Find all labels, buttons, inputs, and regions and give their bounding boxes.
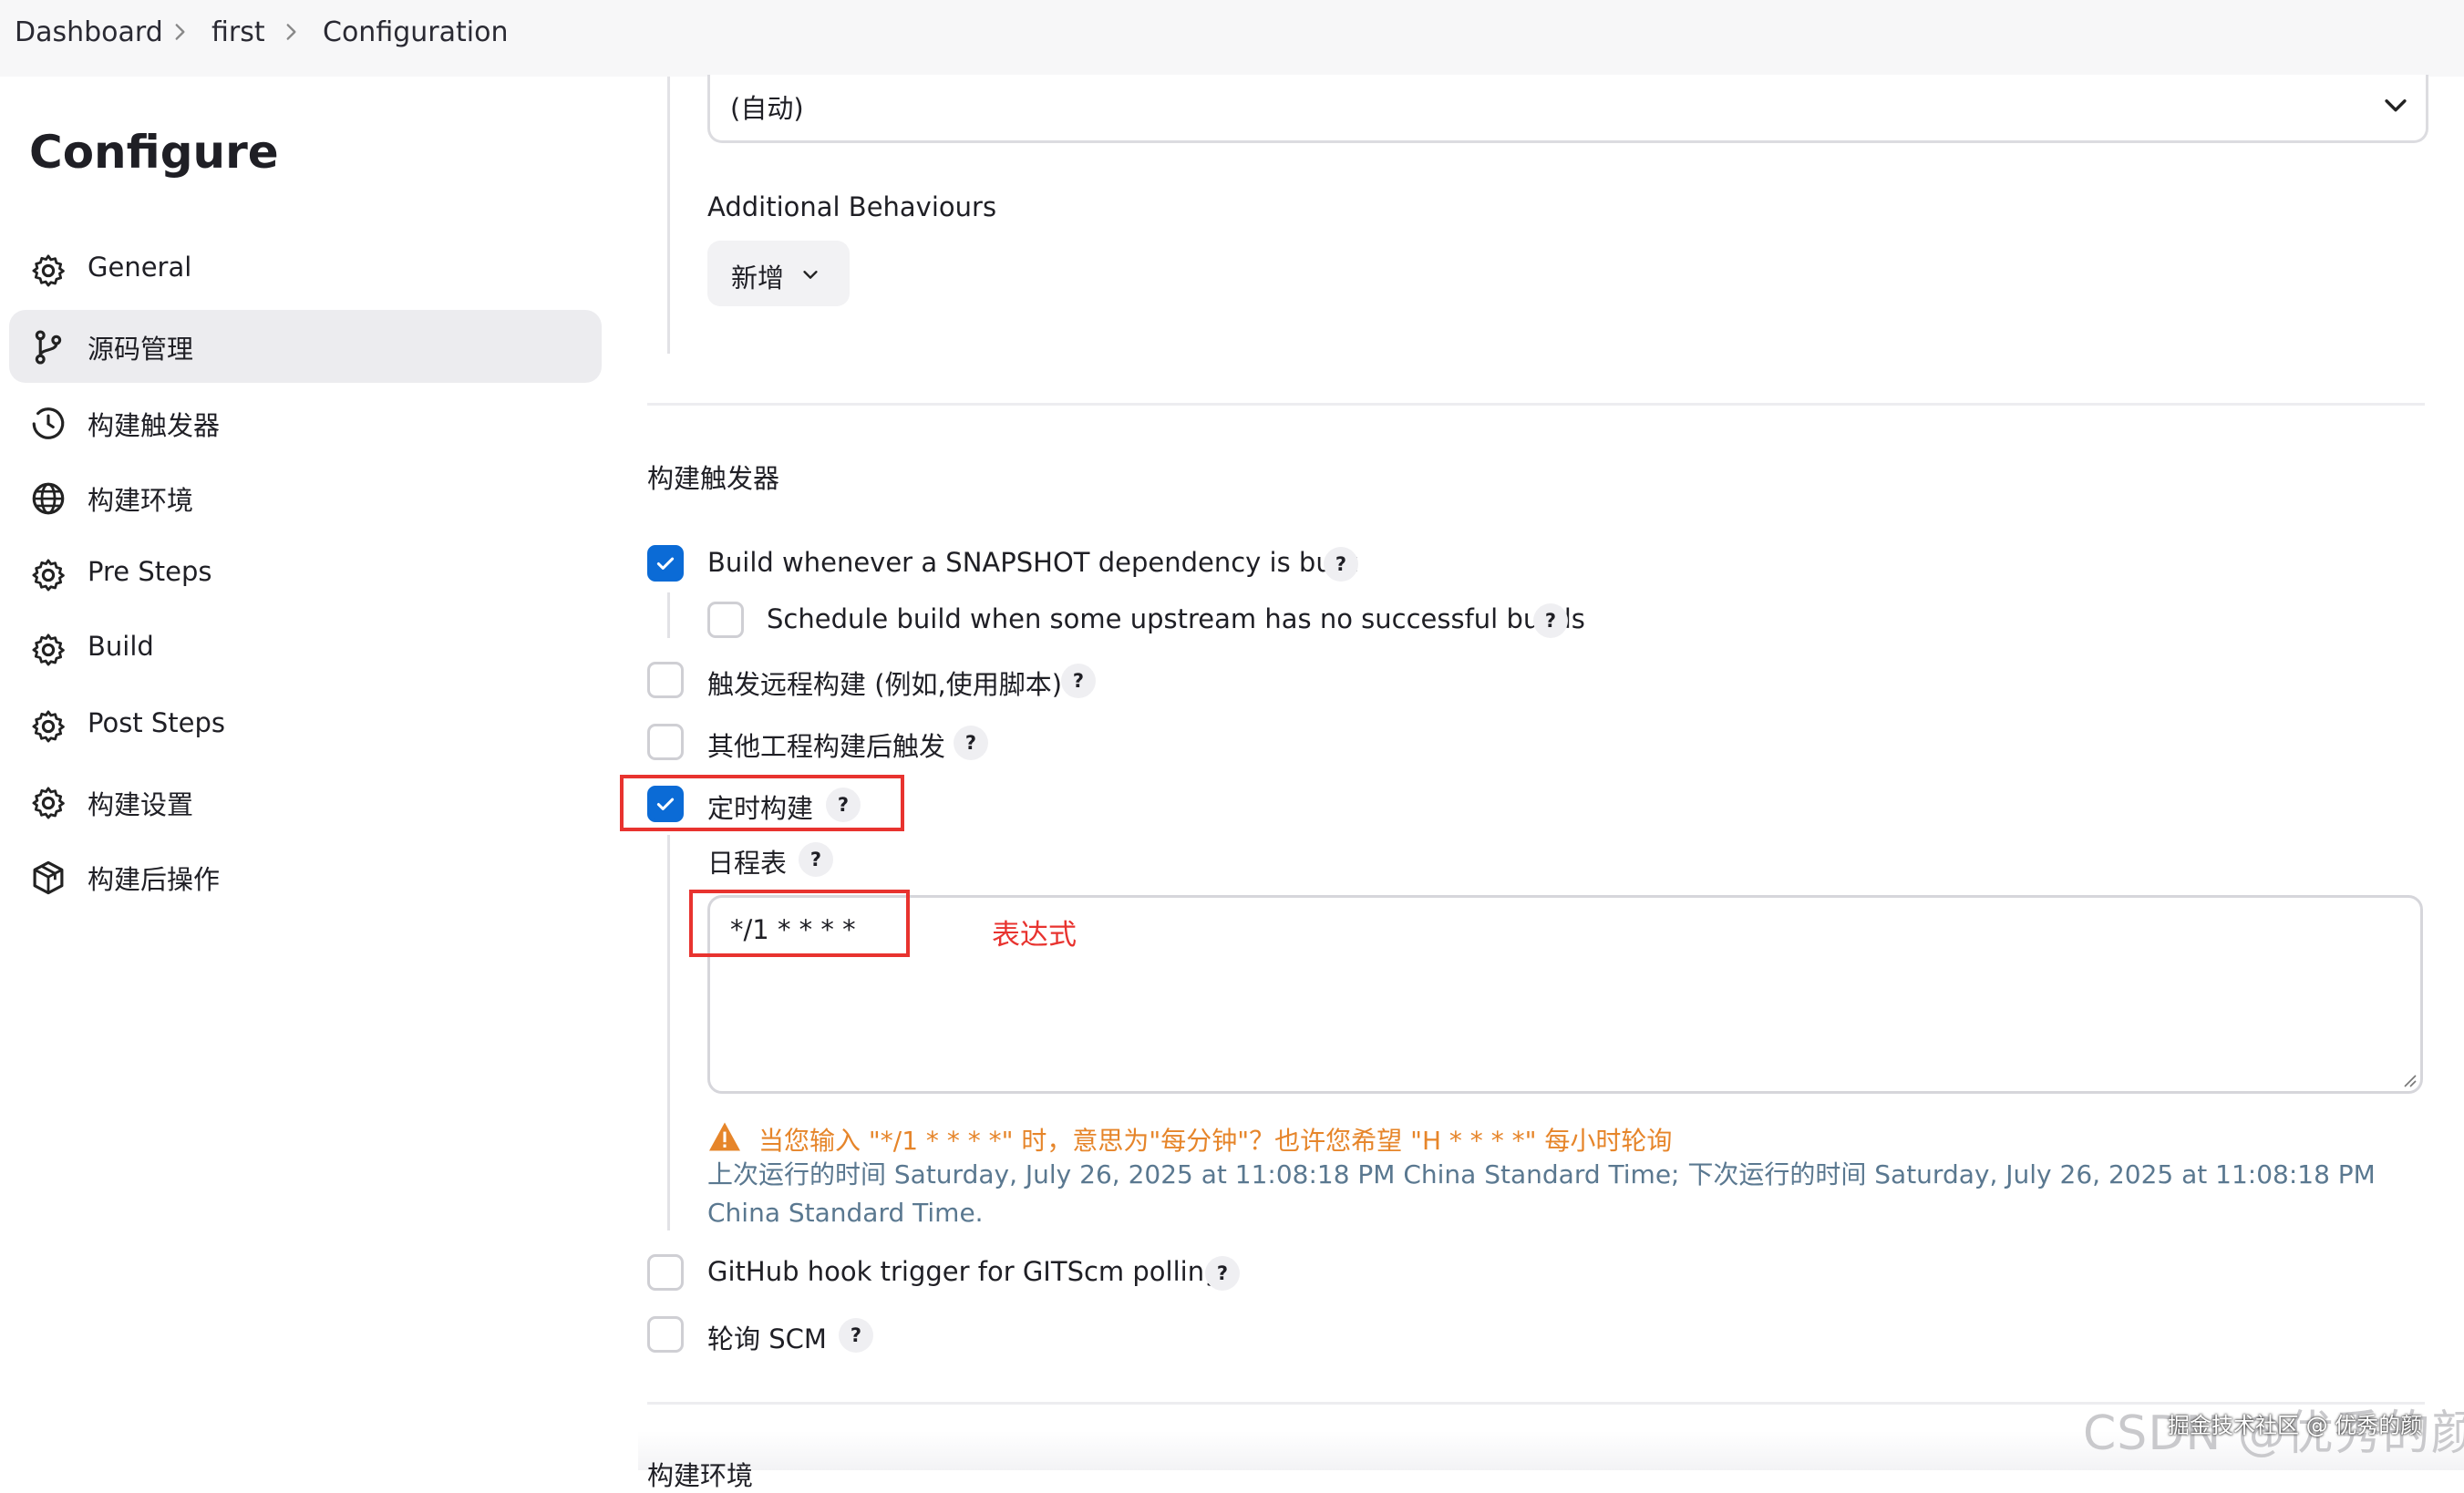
sidebar-item-label: 构建后操作	[88, 864, 221, 895]
gear-icon	[32, 559, 65, 592]
poll-scm-checkbox[interactable]	[647, 1316, 684, 1353]
help-icon[interactable]: ?	[1061, 664, 1096, 698]
github-hook-checkbox[interactable]	[647, 1254, 684, 1291]
periodic-build-label: 定时构建	[707, 793, 814, 824]
chevron-right-icon	[175, 24, 185, 40]
environment-section-title: 构建环境	[647, 1460, 754, 1491]
breadcrumb-bar: Dashboard first Configuration	[0, 0, 2464, 77]
help-icon[interactable]: ?	[1533, 603, 1568, 638]
chevron-down-icon	[2385, 99, 2407, 112]
breadcrumb-configuration[interactable]: Configuration	[323, 16, 508, 48]
select-value: (自动)	[730, 93, 804, 124]
sidebar-item-post-steps[interactable]: Post Steps	[9, 689, 602, 762]
sidebar-item-environment[interactable]: 构建环境	[9, 461, 602, 534]
help-icon[interactable]: ?	[1205, 1256, 1240, 1291]
github-hook-label: GitHub hook trigger for GITScm polling	[707, 1256, 1222, 1287]
clock-icon	[32, 407, 65, 439]
snapshot-label: Build whenever a SNAPSHOT dependency is …	[707, 547, 1358, 578]
help-icon[interactable]: ?	[826, 788, 861, 822]
gear-icon	[32, 254, 65, 287]
snapshot-checkbox[interactable]	[647, 545, 684, 582]
gear-icon	[32, 787, 65, 819]
section-indent-line	[667, 77, 670, 354]
sidebar-item-label: Pre Steps	[88, 556, 212, 587]
after-other-checkbox[interactable]	[647, 724, 684, 760]
nested-indent-line	[667, 592, 670, 638]
highlight-box	[689, 890, 910, 957]
sidebar-item-label: 构建环境	[88, 485, 194, 516]
watermark-overlay: 掘金技术社区 @ 优秀的颜	[2168, 1413, 2423, 1438]
help-icon[interactable]: ?	[1324, 547, 1358, 582]
globe-icon	[32, 482, 65, 515]
schedule-run-info: 上次运行的时间 Saturday, July 26, 2025 at 11:08…	[707, 1159, 2376, 1228]
sidebar-item-label: 构建触发器	[88, 410, 221, 441]
chevron-right-icon	[286, 24, 296, 40]
sidebar-item-label: Build	[88, 631, 154, 662]
sidebar-item-build-settings[interactable]: 构建设置	[9, 766, 602, 839]
remote-trigger-label: 触发远程构建 (例如,使用脚本)	[707, 669, 1063, 700]
remote-trigger-checkbox[interactable]	[647, 662, 684, 698]
section-divider	[647, 403, 2425, 406]
sidebar-item-label: Post Steps	[88, 707, 226, 738]
add-button-label: 新增	[731, 263, 785, 293]
upstream-label: Schedule build when some upstream has no…	[767, 603, 1585, 634]
sidebar-item-build[interactable]: Build	[9, 613, 602, 685]
page-title: Configure	[29, 126, 279, 179]
branch-icon	[35, 330, 62, 365]
check-icon	[656, 557, 675, 570]
sidebar-item-pre-steps[interactable]: Pre Steps	[9, 538, 602, 611]
sidebar-item-label: 构建设置	[88, 789, 194, 820]
breadcrumb-first[interactable]: first	[211, 16, 265, 48]
additional-behaviours-label: Additional Behaviours	[707, 191, 997, 222]
schedule-label: 日程表	[707, 848, 788, 879]
sidebar-item-general[interactable]: General	[9, 233, 602, 306]
check-icon	[656, 798, 675, 810]
gear-icon	[32, 710, 65, 743]
warning-icon	[709, 1122, 740, 1151]
sidebar-item-label: 源码管理	[88, 334, 194, 365]
periodic-build-checkbox[interactable]	[647, 786, 684, 822]
sidebar-item-triggers[interactable]: 构建触发器	[9, 386, 602, 459]
annotation-text: 表达式	[992, 919, 1077, 952]
chevron-down-icon	[803, 271, 818, 279]
schedule-textarea[interactable]: */1 * * * *	[707, 895, 2423, 1094]
sidebar-item-scm[interactable]: 源码管理	[9, 310, 602, 383]
breadcrumb-dashboard[interactable]: Dashboard	[15, 16, 163, 48]
sidebar-item-label: General	[88, 252, 192, 283]
triggers-section-title: 构建触发器	[647, 463, 780, 494]
help-icon[interactable]: ?	[799, 842, 833, 877]
help-icon[interactable]: ?	[954, 726, 988, 760]
package-icon	[33, 860, 64, 895]
after-other-label: 其他工程构建后触发	[707, 731, 946, 762]
gear-icon	[32, 633, 65, 666]
repository-browser-select[interactable]: (自动)	[707, 75, 2428, 143]
nested-indent-line	[667, 835, 670, 1230]
sidebar-item-post-build[interactable]: 构建后操作	[9, 840, 602, 913]
add-behaviour-button[interactable]: 新增	[707, 241, 850, 306]
resize-grip-icon[interactable]	[2400, 1071, 2417, 1087]
help-icon[interactable]: ?	[839, 1318, 873, 1353]
upstream-checkbox[interactable]	[707, 602, 744, 638]
schedule-warning: 当您输入 "*/1 * * * *" 时，意思为"每分钟"？也许您希望 "H *…	[758, 1126, 1673, 1156]
poll-scm-label: 轮询 SCM	[707, 1323, 827, 1354]
